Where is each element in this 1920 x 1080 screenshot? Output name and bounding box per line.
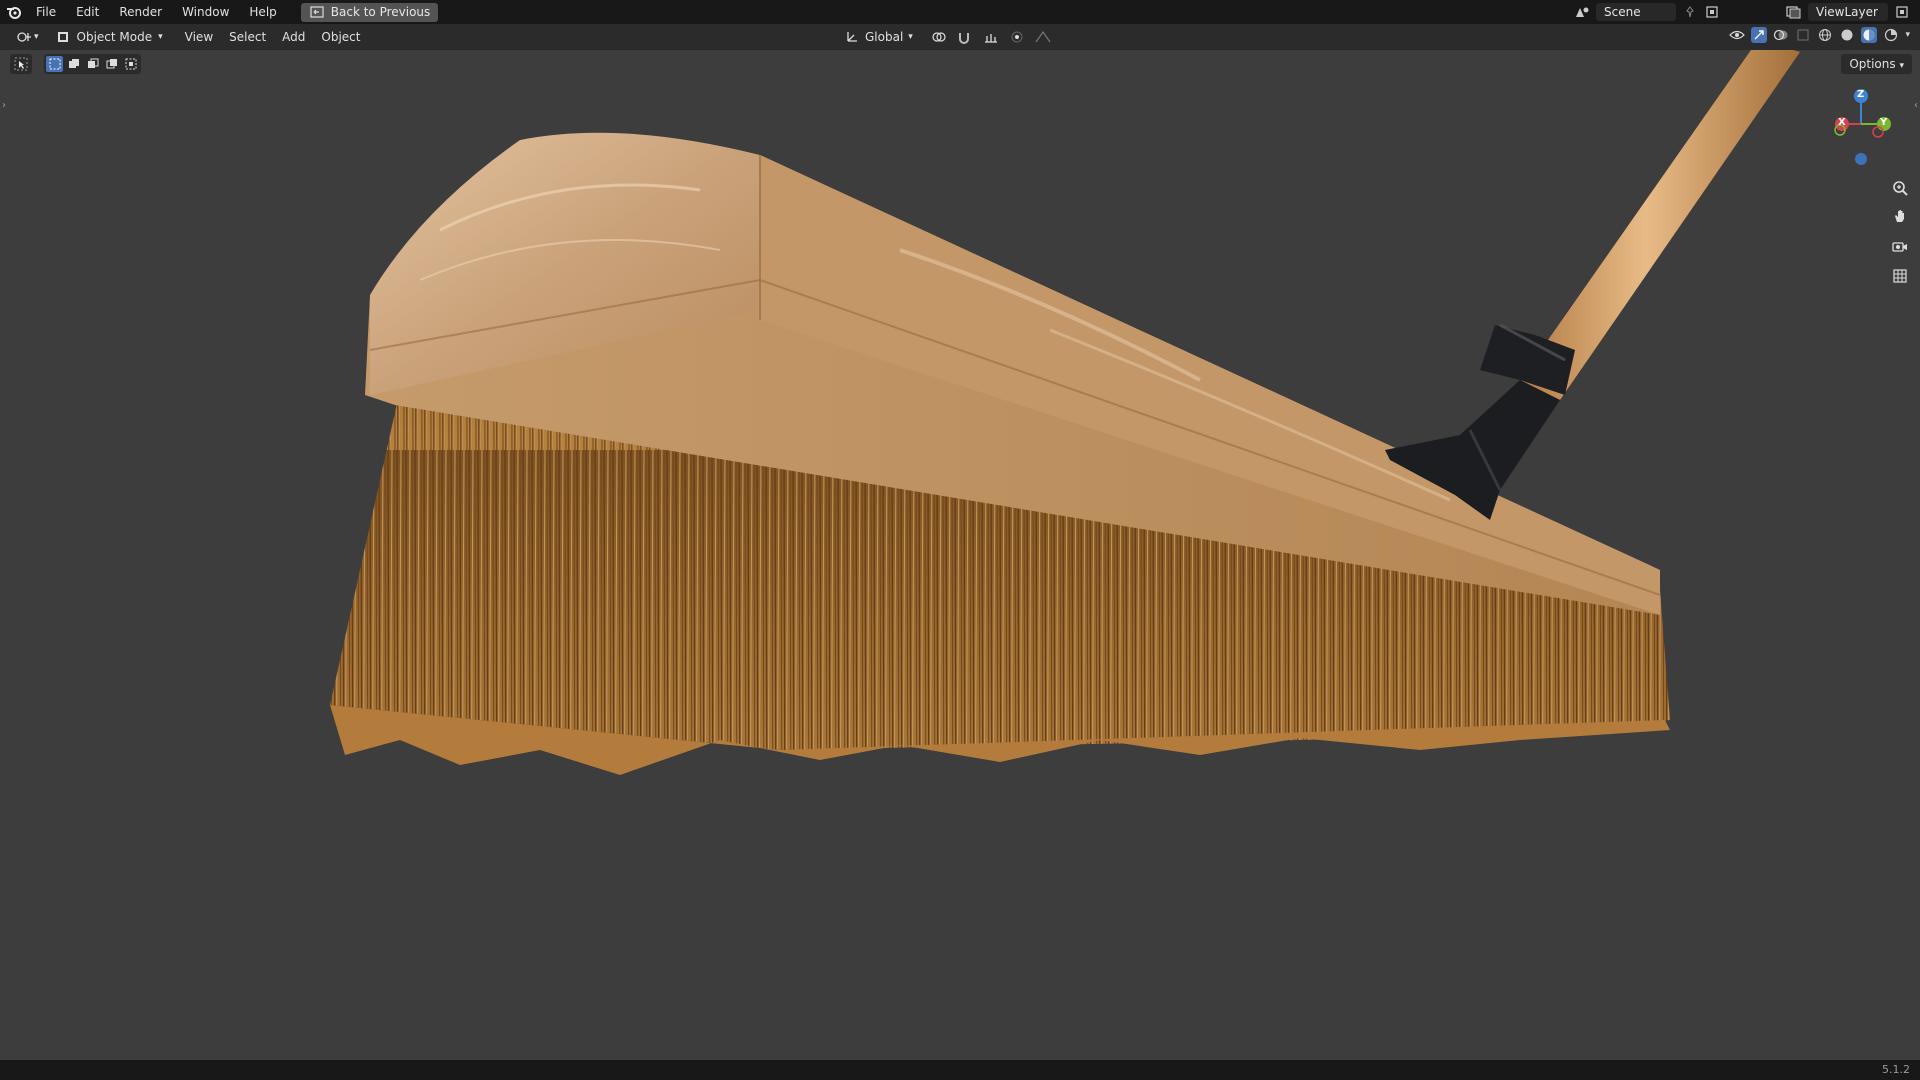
gizmo-y-label: Y [1880,117,1888,128]
menu-help[interactable]: Help [239,0,286,24]
chevron-down-icon[interactable]: ▾ [1905,30,1910,40]
menu-object[interactable]: Object [313,27,368,47]
menu-edit[interactable]: Edit [66,0,109,24]
orientation-dropdown[interactable]: Global ▾ [836,27,921,47]
top-menu-bar: File Edit Render Window Help Back to Pre… [0,0,1920,24]
new-viewlayer-icon[interactable] [1894,4,1910,20]
snap-icon[interactable] [957,29,973,45]
overlay-icon[interactable] [1773,27,1789,43]
grid-icon[interactable] [1888,264,1912,288]
scene-selector: Scene [1574,0,1720,24]
selection-mode-group [44,54,141,74]
select-intersect-icon[interactable] [122,56,139,72]
gizmo-z-label: Z [1857,89,1865,100]
select-tool-button[interactable] [10,54,32,74]
select-extend-icon[interactable] [65,56,82,72]
orientation-icon [844,29,860,45]
back-to-previous-label: Back to Previous [330,5,431,19]
sidebar-expand-icon[interactable]: ‹ [1914,100,1918,111]
new-scene-icon[interactable] [1704,4,1720,20]
shading-rendered-icon[interactable] [1883,27,1899,43]
menu-view[interactable]: View [177,27,221,47]
select-new-icon[interactable] [46,56,63,72]
back-icon [309,4,325,20]
zoom-icon[interactable] [1888,176,1912,200]
object-mode-dropdown[interactable]: Object Mode ▾ [46,27,171,47]
navigation-gizmo[interactable]: Z Y X [1826,86,1896,166]
toolbar-expand-icon[interactable]: › [2,100,6,111]
tool-settings-row [10,52,141,76]
visibility-icon[interactable] [1729,27,1746,43]
version-label: 5.1.2 [1882,1063,1910,1076]
chevron-down-icon: ▾ [1899,61,1904,71]
broom-render [330,40,1800,775]
select-invert-icon[interactable] [103,56,120,72]
xray-icon[interactable] [1795,27,1811,43]
menu-render[interactable]: Render [109,0,172,24]
proportional-icon[interactable] [1009,29,1025,45]
camera-icon[interactable] [1888,234,1912,258]
object-mode-icon [55,29,71,45]
select-subtract-icon[interactable] [84,56,101,72]
menu-window[interactable]: Window [172,0,239,24]
pan-icon[interactable] [1888,204,1912,228]
viewlayer-selector: ViewLayer [1786,0,1910,24]
chevron-down-icon: ▾ [158,32,163,42]
viewlayer-field[interactable]: ViewLayer [1808,3,1888,21]
orientation-label: Global [865,30,904,44]
options-dropdown[interactable]: Options ▾ [1841,54,1912,74]
viewlayer-icon[interactable] [1786,4,1802,20]
3d-viewport[interactable] [0,40,1920,1060]
gizmo-toggle-icon[interactable] [1751,27,1768,43]
pivot-icon[interactable] [931,29,947,45]
status-bar: 5.1.2 [0,1060,1920,1080]
viewport-header: ▾ Object Mode ▾ View Select Add Object G… [0,24,1920,50]
falloff-icon[interactable] [1035,29,1051,45]
shading-controls: ▾ [1729,27,1910,43]
options-label: Options [1849,57,1896,71]
object-mode-label: Object Mode [76,30,153,44]
shading-material-icon[interactable] [1861,27,1878,43]
snap-target-icon[interactable] [983,29,999,45]
editor-type-button[interactable]: ▾ [8,27,47,47]
gizmo-x-label: X [1838,117,1846,128]
shading-solid-icon[interactable] [1839,27,1855,43]
menu-select[interactable]: Select [221,27,274,47]
editor-type-icon [16,29,32,45]
chevron-down-icon: ▾ [908,32,913,42]
blender-logo-icon[interactable] [6,4,22,20]
menu-add[interactable]: Add [274,27,313,47]
pin-icon[interactable] [1682,4,1698,20]
scene-icon[interactable] [1574,4,1590,20]
editor-type-chevron-icon: ▾ [34,32,39,42]
menu-file[interactable]: File [26,0,66,24]
scene-field[interactable]: Scene [1596,3,1676,21]
transform-controls: Global ▾ [836,27,1051,47]
back-to-previous-button[interactable]: Back to Previous [300,2,439,22]
shading-wireframe-icon[interactable] [1817,27,1833,43]
